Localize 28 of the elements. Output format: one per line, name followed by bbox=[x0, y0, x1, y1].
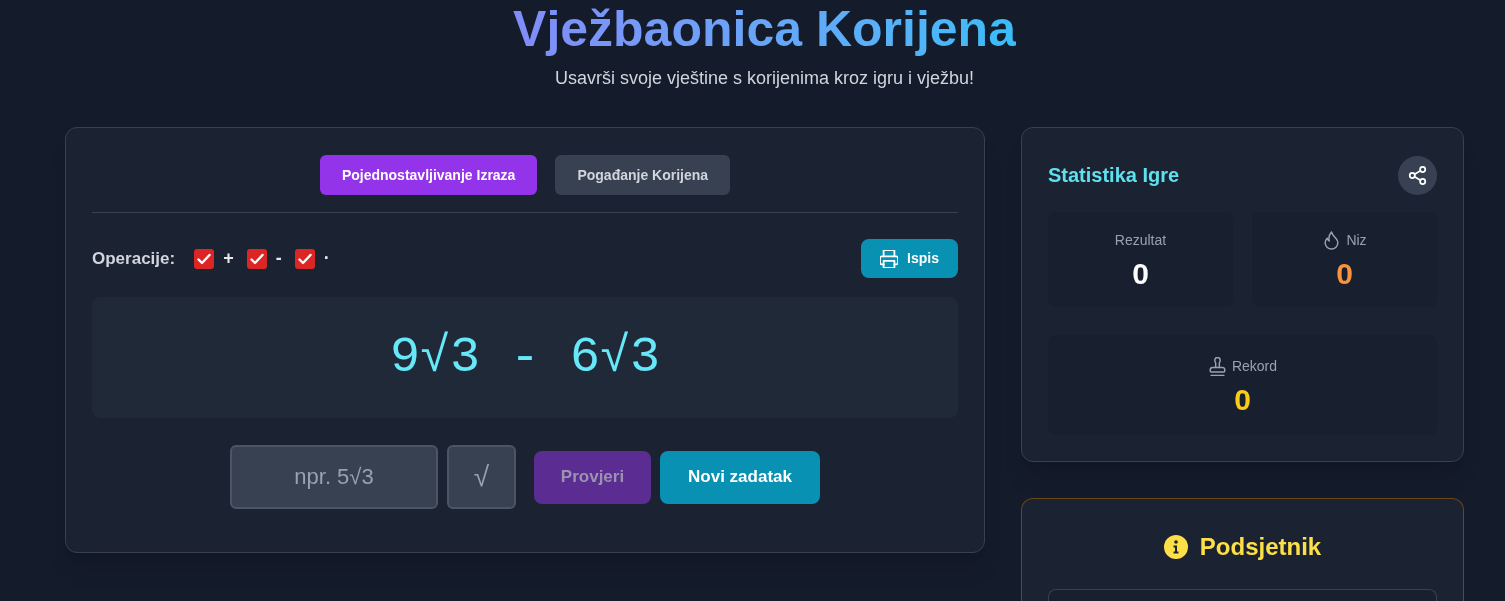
stamp-icon bbox=[1207, 356, 1227, 376]
operation-label: + bbox=[223, 247, 234, 270]
root-symbol-button[interactable]: √ bbox=[447, 445, 516, 509]
operations-label: Operacije: bbox=[92, 247, 176, 270]
checkbox[interactable] bbox=[194, 248, 215, 269]
answer-field[interactable]: npr. 5√3 bbox=[230, 445, 438, 509]
reminder-title: Podsjetnik bbox=[1199, 532, 1322, 562]
stat-value: 0 bbox=[1132, 259, 1149, 289]
mode-tab[interactable]: Pogađanje Korijena bbox=[555, 155, 731, 195]
stat-label: Niz bbox=[1346, 231, 1367, 250]
operation-label: · bbox=[323, 247, 330, 270]
stat-label: Rekord bbox=[1231, 356, 1278, 376]
page-subtitle: Usavrši svoje vještine s korijenima kroz igru i vježbu! bbox=[554, 67, 975, 90]
stat-value: 0 bbox=[1234, 384, 1251, 415]
info-icon bbox=[1163, 535, 1188, 559]
checkbox[interactable] bbox=[294, 248, 315, 269]
printer-icon bbox=[880, 249, 899, 268]
checkbox[interactable] bbox=[246, 248, 267, 269]
print-button[interactable]: Ispis bbox=[861, 239, 958, 278]
stat-value: 0 bbox=[1336, 259, 1353, 289]
mode-tab[interactable]: Pojednostavljivanje Izraza bbox=[319, 155, 538, 195]
stat-label: Rezultat bbox=[1114, 231, 1167, 250]
expression-text: 9√3 - 6√3 bbox=[389, 332, 660, 383]
share-icon bbox=[1408, 165, 1427, 185]
operation-label: - bbox=[275, 247, 282, 270]
statistics-title: Statistika Igre bbox=[1048, 163, 1180, 188]
new-task-button[interactable]: Novi zadatak bbox=[660, 450, 820, 504]
share-button[interactable] bbox=[1398, 155, 1437, 195]
